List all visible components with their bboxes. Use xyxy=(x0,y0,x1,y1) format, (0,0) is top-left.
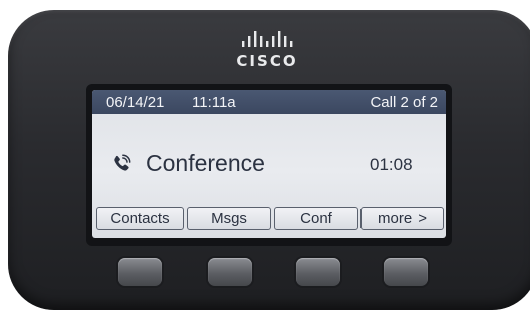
softkey-bar: Contacts Msgs Conf more > xyxy=(94,207,444,231)
softkey-more-label: more xyxy=(378,210,413,227)
hardware-softkey-button-4[interactable] xyxy=(384,258,428,286)
status-bar: 06/14/21 11:11a Call 2 of 2 xyxy=(92,90,446,114)
chevron-right-icon: > xyxy=(418,210,427,227)
status-date: 06/14/21 xyxy=(106,94,165,111)
phone-icon xyxy=(110,153,132,175)
active-call-line[interactable]: Conference 01:08 xyxy=(92,148,446,182)
hardware-softkey-button-3[interactable] xyxy=(296,258,340,286)
hardware-softkey-button-1[interactable] xyxy=(118,258,162,286)
call-timer: 01:08 xyxy=(370,155,413,174)
softkey-msgs[interactable]: Msgs xyxy=(187,207,271,230)
phone-display: 06/14/21 11:11a Call 2 of 2 Conference 0… xyxy=(92,90,446,238)
hardware-softkey-button-2[interactable] xyxy=(208,258,252,286)
cisco-logo-text: CISCO xyxy=(236,52,298,70)
cisco-bars-icon xyxy=(242,31,293,47)
softkey-more[interactable]: more > xyxy=(361,207,444,230)
call-count-indicator: Call 2 of 2 xyxy=(370,94,438,111)
softkey-conf[interactable]: Conf xyxy=(274,207,358,230)
status-time: 11:11a xyxy=(192,94,236,111)
softkey-contacts[interactable]: Contacts xyxy=(96,207,184,230)
cisco-logo: CISCO xyxy=(232,30,302,74)
call-name: Conference xyxy=(146,150,265,176)
